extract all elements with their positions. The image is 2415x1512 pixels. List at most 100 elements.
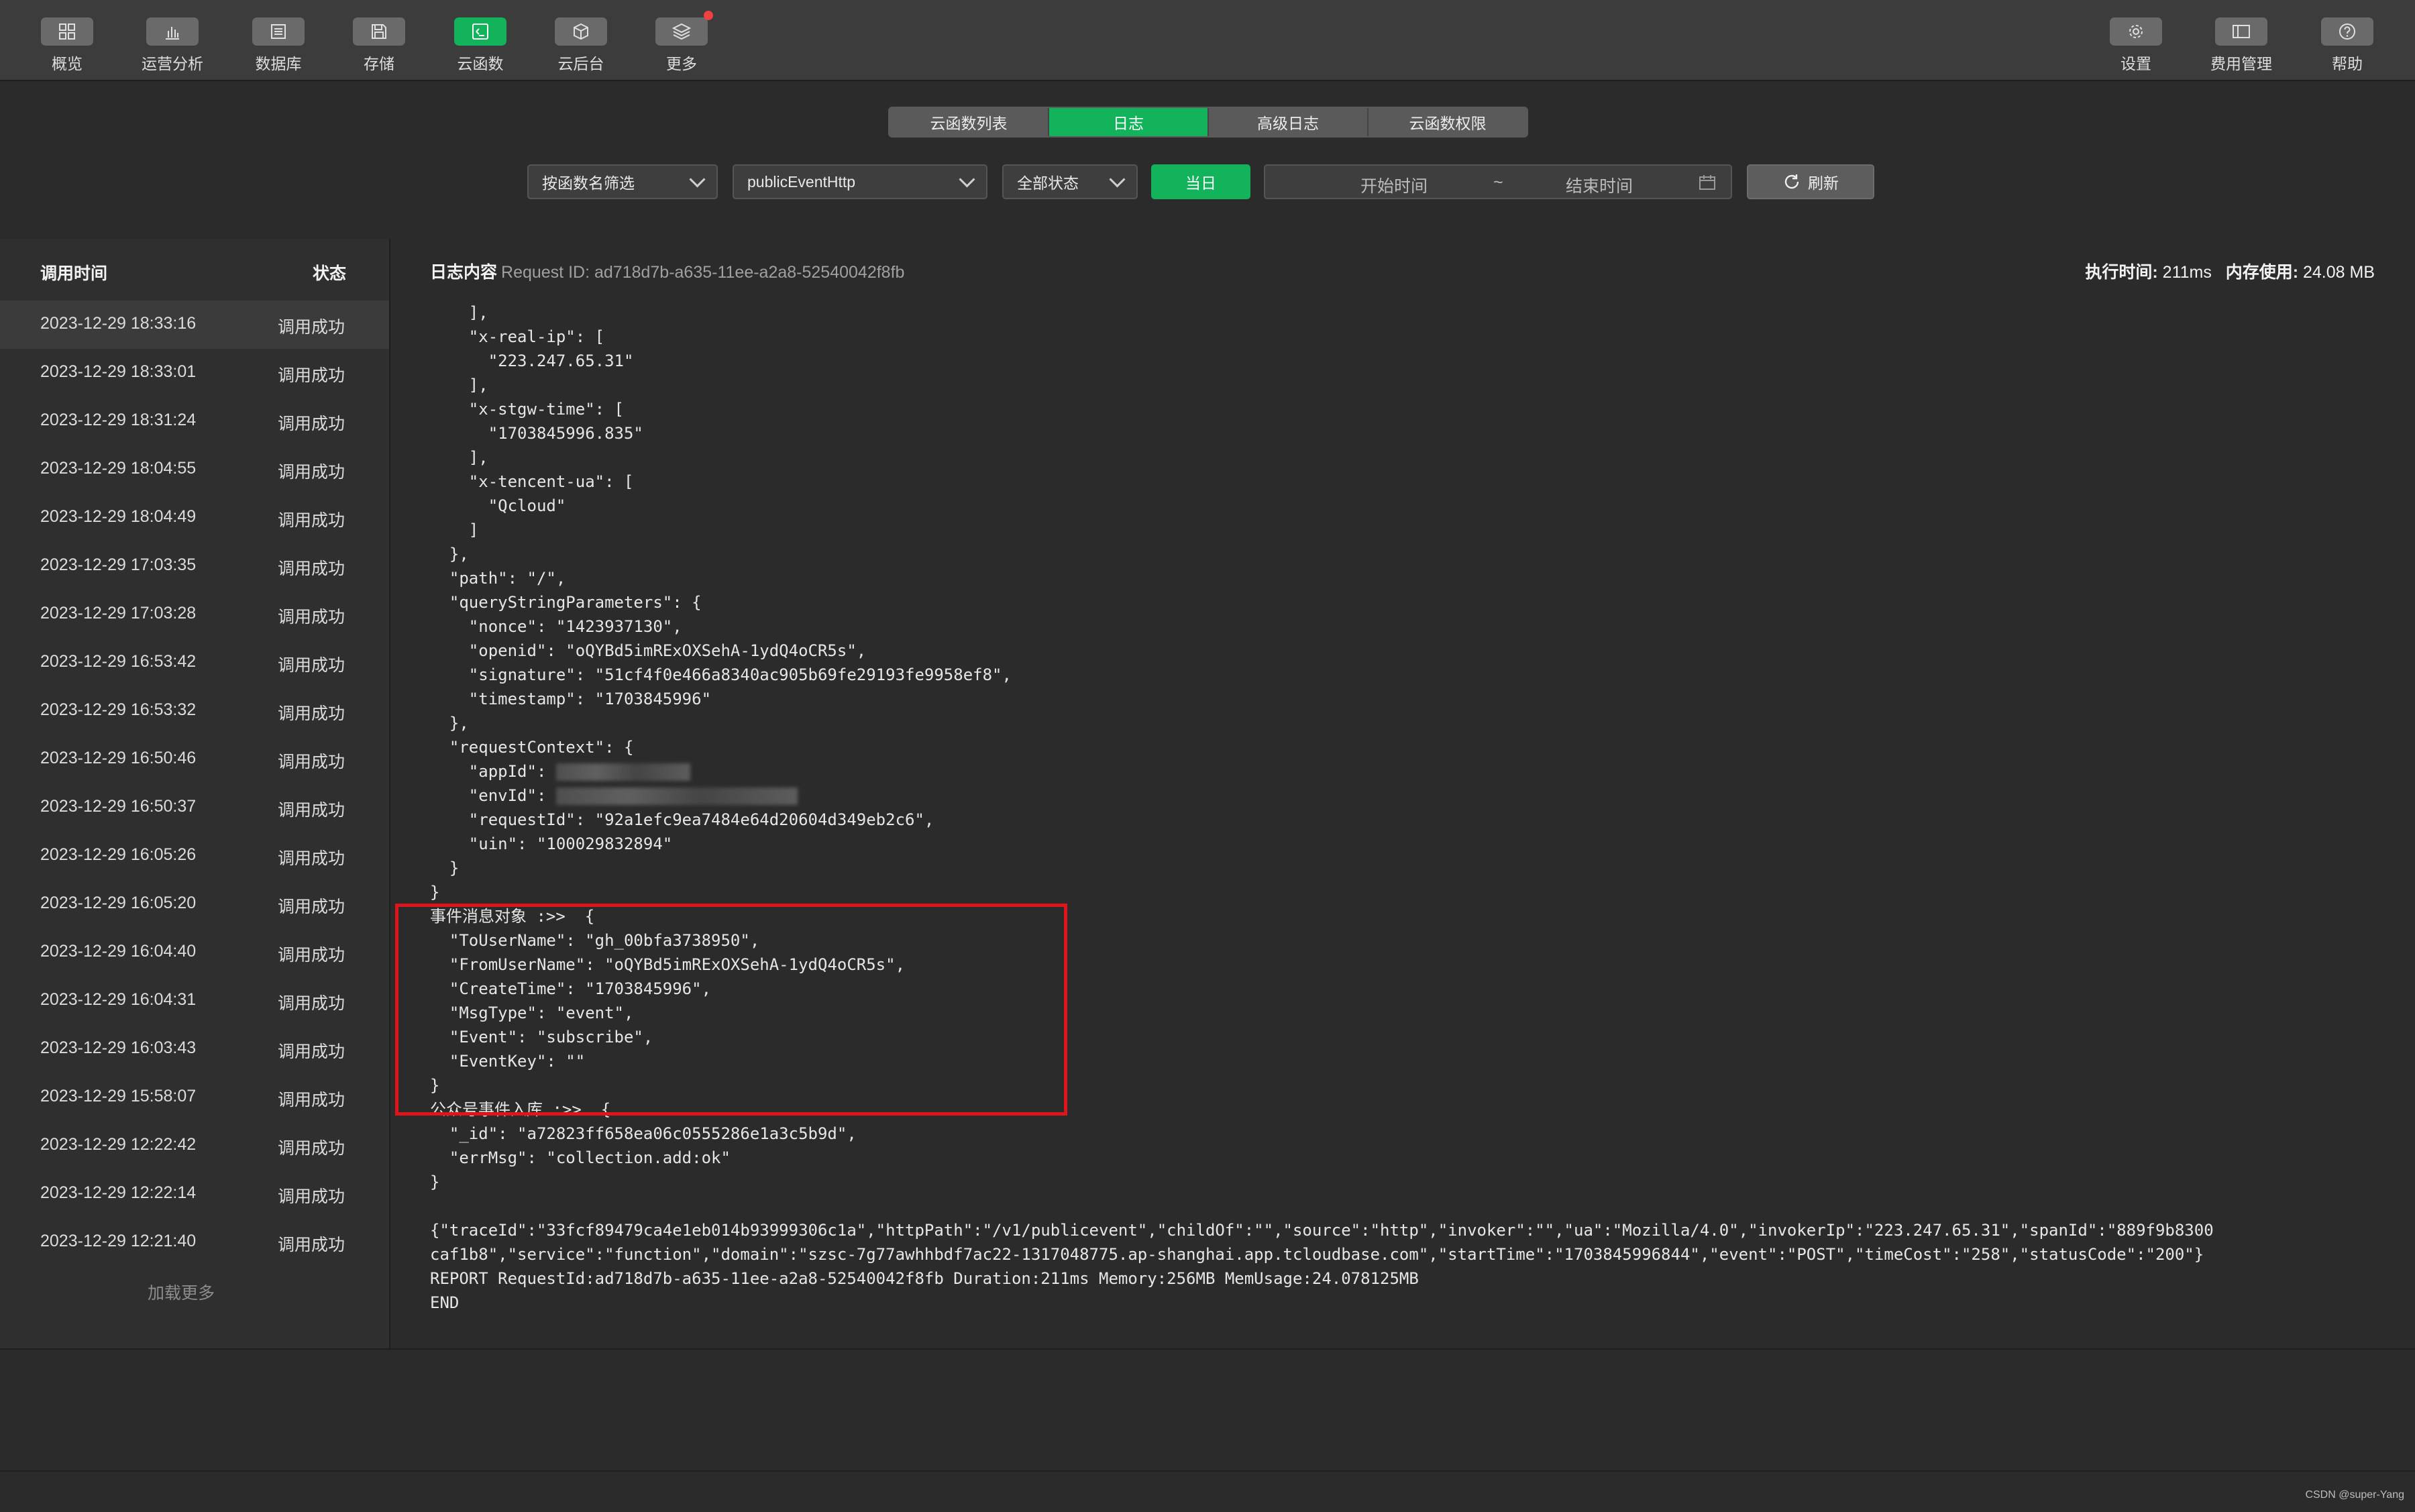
refresh-button[interactable]: 刷新 [1747,164,1874,199]
tab-advanced-logs[interactable]: 高级日志 [1209,108,1368,136]
invocation-row[interactable]: 2023-12-29 16:05:20 调用成功 [0,880,389,928]
invoke-time: 2023-12-29 17:03:28 [40,604,197,623]
log-line: "x-stgw-time": [ [430,400,624,419]
invocation-row[interactable]: 2023-12-29 12:22:42 调用成功 [0,1122,389,1170]
toolbar-label: 帮助 [2332,55,2363,72]
cloud-function-icon [454,17,506,46]
log-line: } [430,859,460,877]
toolbar-more[interactable]: 更多 [635,11,729,75]
refresh-icon [1784,174,1799,189]
log-heading: 日志内容 [430,263,498,282]
today-button[interactable]: 当日 [1151,164,1250,199]
load-more-link[interactable]: 加载更多 [0,1280,389,1304]
invoke-time: 2023-12-29 16:04:40 [40,942,197,961]
date-range-picker[interactable]: 开始时间 ~ 结束时间 [1264,164,1732,199]
toolbar-cloud-admin[interactable]: 云后台 [534,17,628,75]
invoke-status: 调用成功 [278,318,345,337]
invocation-row[interactable]: 2023-12-29 16:53:32 调用成功 [0,687,389,735]
invocation-row[interactable]: 2023-12-29 15:58:07 调用成功 [0,1073,389,1122]
invocation-row[interactable]: 2023-12-29 16:50:37 调用成功 [0,784,389,832]
help-icon [2321,17,2373,46]
invoke-time: 2023-12-29 16:50:37 [40,797,197,816]
invoke-time: 2023-12-29 18:04:49 [40,507,197,526]
invoke-time: 2023-12-29 17:03:35 [40,555,197,574]
function-name-value: publicEventHttp [747,172,856,191]
invoke-time: 2023-12-29 16:03:43 [40,1038,197,1057]
toolbar-label: 更多 [666,55,697,72]
toolbar-billing[interactable]: 费用管理 [2194,17,2288,75]
log-header: 日志内容 Request ID: ad718d7b-a635-11ee-a2a8-… [430,259,904,283]
end-time-input[interactable]: 结束时间 [1566,173,1633,197]
invocation-row[interactable]: 2023-12-29 17:03:35 调用成功 [0,542,389,590]
function-name-select[interactable]: publicEventHttp [733,164,987,199]
log-line: "x-real-ip": [ [430,327,605,346]
toolbar-overview[interactable]: 概览 [20,17,114,75]
log-line: ], [430,376,488,394]
invocation-row[interactable]: 2023-12-29 18:33:16 调用成功 [0,301,389,349]
log-content: ], "x-real-ip": [ "223.247.65.31" ], "x-… [430,301,2409,1342]
invocation-row[interactable]: 2023-12-29 16:04:40 调用成功 [0,928,389,977]
log-line: }, [430,714,469,733]
status-value: 全部状态 [1017,174,1079,192]
log-line: "nonce": "1423937130", [430,617,682,636]
database-icon [252,17,305,46]
invoke-time: 2023-12-29 16:53:32 [40,700,197,719]
chevron-down-icon [689,170,706,188]
toolbar-cloud-function[interactable]: 云函数 [433,17,527,75]
notification-dot [704,11,713,20]
tab-function-permissions[interactable]: 云函数权限 [1368,108,1527,136]
tab-logs[interactable]: 日志 [1049,108,1209,136]
invocation-row[interactable]: 2023-12-29 16:04:31 调用成功 [0,977,389,1025]
invoke-status: 调用成功 [278,946,345,965]
log-line: }, [430,545,469,563]
red-highlight-box [395,904,1067,1116]
invoke-status: 调用成功 [278,1042,345,1061]
filter-type-select[interactable]: 按函数名筛选 [527,164,718,199]
invocation-row[interactable]: 2023-12-29 18:31:24 调用成功 [0,397,389,445]
log-line: "Qcloud" [430,496,566,515]
log-line: "appId": [430,762,556,781]
invocation-row[interactable]: 2023-12-29 18:04:55 调用成功 [0,445,389,494]
toolbar-analytics[interactable]: 运营分析 [125,17,219,75]
invoke-status: 调用成功 [278,511,345,530]
redacted-value [555,763,690,781]
invoke-status: 调用成功 [278,559,345,578]
log-line: "openid": "oQYBd5imRExOXSehA-1ydQ4oCR5s"… [430,641,867,660]
invocation-row[interactable]: 2023-12-29 16:03:43 调用成功 [0,1025,389,1073]
invocation-row[interactable]: 2023-12-29 12:21:40 调用成功 [0,1218,389,1266]
invocation-row[interactable]: 2023-12-29 18:33:01 调用成功 [0,349,389,397]
invoke-time: 2023-12-29 18:33:16 [40,314,197,333]
invoke-time: 2023-12-29 16:53:42 [40,652,197,671]
function-tabs: 云函数列表 日志 高级日志 云函数权限 [888,107,1528,138]
invoke-time: 2023-12-29 12:21:40 [40,1232,197,1250]
invocation-row[interactable]: 2023-12-29 16:50:46 调用成功 [0,735,389,784]
toolbar-database[interactable]: 数据库 [231,17,325,75]
memory-label: 内存使用: [2225,263,2299,282]
toolbar-label: 云后台 [557,55,604,72]
toolbar-storage[interactable]: 存储 [332,17,426,75]
invoke-status: 调用成功 [278,898,345,916]
start-time-input[interactable]: 开始时间 [1360,173,1428,197]
log-line: "requestId": "92a1efc9ea7484e64d20604d34… [430,810,934,829]
log-line: ] [430,521,479,539]
toolbar-settings[interactable]: 设置 [2089,17,2183,75]
status-select[interactable]: 全部状态 [1002,164,1138,199]
invocation-row[interactable]: 2023-12-29 12:22:14 调用成功 [0,1170,389,1218]
invocation-row[interactable]: 2023-12-29 18:04:49 调用成功 [0,494,389,542]
toolbar-label: 设置 [2121,55,2151,72]
invocation-row[interactable]: 2023-12-29 16:53:42 调用成功 [0,639,389,687]
log-line: "_id": "a72823ff658ea06c0555286e1a3c5b9d… [430,1124,857,1143]
invocation-row[interactable]: 2023-12-29 16:05:26 调用成功 [0,832,389,880]
log-line: "queryStringParameters": { [430,593,702,612]
tab-function-list[interactable]: 云函数列表 [890,108,1049,136]
chevron-down-icon [959,170,975,188]
invoke-time: 2023-12-29 18:04:55 [40,459,197,478]
exec-time-label: 执行时间: [2085,263,2158,282]
invoke-status: 调用成功 [278,704,345,723]
invoke-status: 调用成功 [278,1236,345,1254]
invocation-row[interactable]: 2023-12-29 17:03:28 调用成功 [0,590,389,639]
toolbar-help[interactable]: 帮助 [2300,17,2394,75]
invoke-status: 调用成功 [278,415,345,433]
status-divider [0,1470,2415,1472]
log-line: "223.247.65.31" [430,352,634,370]
